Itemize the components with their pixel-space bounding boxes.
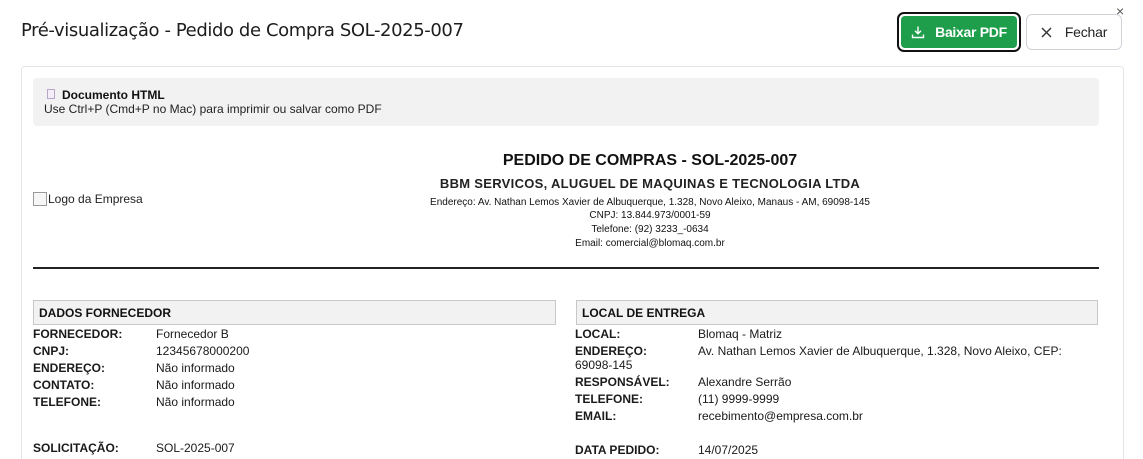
delivery-section-heading: LOCAL DE ENTREGA: [576, 300, 1098, 325]
delivery-row: LOCAL: Blomaq - Matriz: [575, 327, 783, 341]
dialog-title: Pré-visualização - Pedido de Compra SOL-…: [21, 20, 464, 41]
download-pdf-button[interactable]: Baixar PDF: [897, 12, 1021, 52]
notice-text: Use Ctrl+P (Cmd+P no Mac) para imprimir …: [44, 102, 382, 116]
close-button[interactable]: Fechar: [1026, 14, 1122, 50]
order-date-row: DATA PEDIDO: 14/07/2025: [575, 443, 759, 457]
corner-close-icon[interactable]: ×: [1116, 4, 1124, 18]
delivery-row: ENDEREÇO: Av. Nathan Lemos Xavier de Albu…: [575, 344, 1062, 372]
delivery-row: EMAIL: recebimento@empresa.com.br: [575, 409, 863, 423]
delivery-row: TELEFONE: (11) 9999-9999: [575, 392, 780, 406]
document-title: PEDIDO DE COMPRAS - SOL-2025-007: [502, 152, 798, 169]
company-phone: Telefone: (92) 3233_-0634: [591, 224, 709, 235]
supplier-row: ENDEREÇO: Não informado: [33, 361, 235, 375]
company-cnpj: CNPJ: 13.844.973/0001-59: [589, 210, 711, 221]
company-email: Email: comercial@blomaq.com.br: [575, 238, 725, 249]
supplier-section-heading: DADOS FORNECEDOR: [33, 300, 556, 325]
delivery-row: RESPONSÁVEL: Alexandre Serrão: [575, 375, 792, 389]
document-icon: [47, 89, 55, 99]
supplier-row: FORNECEDOR: Fornecedor B: [33, 327, 229, 341]
pdf-preview-dialog: Pré-visualização - Pedido de Compra SOL-…: [0, 0, 1143, 459]
supplier-row: CNPJ: 12345678000200: [33, 344, 250, 358]
supplier-row: CONTATO: Não informado: [33, 378, 235, 392]
company-name: BBM SERVICOS, ALUGUEL DE MAQUINAS E TECN…: [439, 176, 861, 191]
download-pdf-label: Baixar PDF: [935, 24, 1007, 40]
download-icon: [911, 26, 925, 39]
print-notice: Documento HTML Use Ctrl+P (Cmd+P no Mac)…: [33, 78, 1099, 126]
supplier-details: FORNECEDOR: Fornecedor B CNPJ: 12345678000…: [33, 326, 553, 457]
company-address: Endereço: Av. Nathan Lemos Xavier de Alb…: [430, 197, 870, 208]
header-divider: [33, 267, 1099, 269]
close-label: Fechar: [1064, 24, 1108, 40]
request-row: SOLICITAÇÃO: SOL-2025-007: [33, 441, 235, 455]
supplier-row: TELEFONE: Não informado: [33, 395, 235, 409]
delivery-details: LOCAL: Blomaq - Matriz ENDEREÇO: Av. Natha…: [575, 326, 1095, 459]
document-preview-frame: Documento HTML Use Ctrl+P (Cmd+P no Mac)…: [21, 66, 1124, 459]
close-icon: [1041, 27, 1052, 37]
notice-title: Documento HTML: [62, 88, 165, 102]
